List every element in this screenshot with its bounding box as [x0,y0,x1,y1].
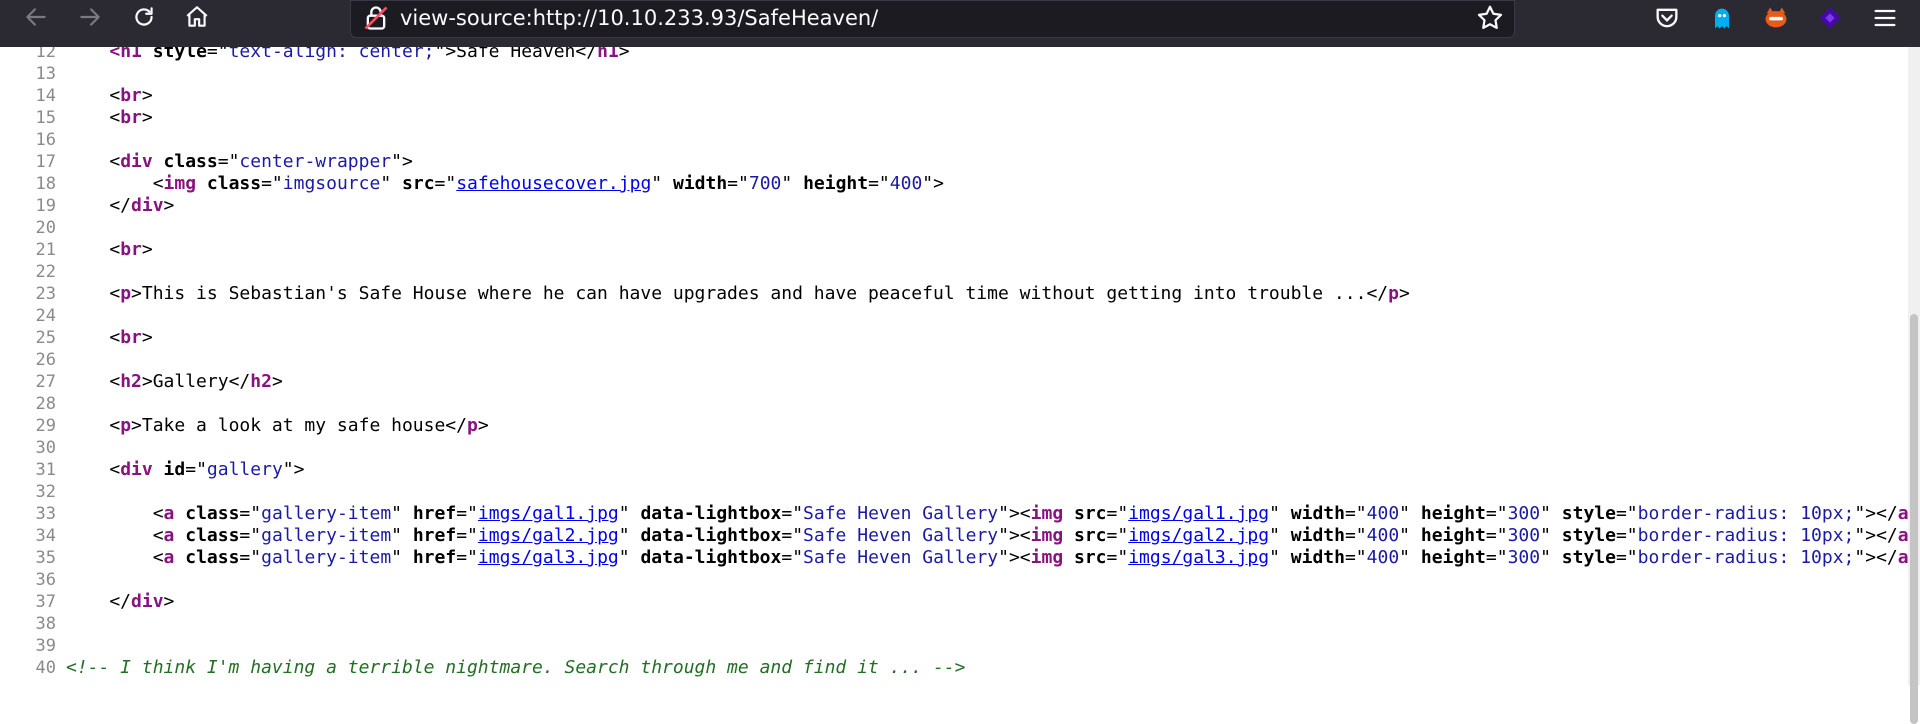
wappalyzer-icon [1819,7,1841,29]
source-code: <a class="gallery-item" href="imgs/gal1.… [66,503,1920,524]
line-number: 39 [35,636,56,656]
back-icon [26,8,46,26]
wappalyzer-button[interactable] [1815,3,1845,33]
source-code: <p>Take a look at my safe house</p> [66,415,489,436]
reload-button[interactable] [124,0,164,34]
menu-icon [1874,9,1896,27]
url-text[interactable]: view-source:http://10.10.233.93/SafeHeav… [400,3,878,33]
line-number: 38 [35,614,56,634]
source-code: <h1 style="text-align: center;">Safe Hea… [109,47,630,62]
source-code: <br> [66,107,153,128]
line-number: 22 [35,262,56,282]
home-icon [186,6,208,27]
source-code: <!-- I think I'm having a terrible night… [66,657,966,678]
forward-button[interactable] [70,0,110,34]
line-number: 30 [35,438,56,458]
ghostery-icon [1715,8,1729,29]
line-number: 16 [35,130,56,150]
line-number: 26 [35,350,56,370]
line-number: 15 [35,108,56,128]
line-number: 18 [35,174,56,194]
back-button[interactable] [16,0,56,34]
line-number: 34 [35,526,56,546]
source-code: <img class="imgsource" src="safehousecov… [66,173,944,194]
bookmark-star-icon[interactable] [1475,3,1505,33]
line-number: 20 [35,218,56,238]
line-number: 31 [35,460,56,480]
source-code: <br> [66,85,153,106]
source-code: <a class="gallery-item" href="imgs/gal3.… [66,547,1920,568]
source-code: <div class="center-wrapper"> [66,151,413,172]
source-code: </div> [66,591,175,612]
scrollbar-thumb[interactable] [1910,314,1918,724]
browser-toolbar: view-source:http://10.10.233.93/SafeHeav… [0,0,1920,47]
line-number: 24 [35,306,56,326]
line-number: 19 [35,196,56,216]
line-number: 12 [35,47,56,62]
app-menu-button[interactable] [1870,3,1900,33]
line-number: 21 [35,240,56,260]
source-code: <br> [66,239,153,260]
url-bar[interactable]: view-source:http://10.10.233.93/SafeHeav… [350,0,1515,38]
line-number: 23 [35,284,56,304]
foxyproxy-button[interactable] [1761,3,1791,33]
vertical-scrollbar[interactable] [1908,47,1920,724]
line-number: 14 [35,86,56,106]
line-number: 36 [35,570,56,590]
source-code: <h2>Gallery</h2> [66,371,283,392]
foxyproxy-icon [1765,7,1787,28]
source-code: <p>This is Sebastian's Safe House where … [66,283,1410,304]
ghostery-button[interactable] [1707,3,1737,33]
source-code: </div> [66,195,175,216]
home-button[interactable] [177,0,217,34]
page-source-view: 12 <h1 style="text-align: center;">Safe … [0,47,1920,685]
line-number: 27 [35,372,56,392]
source-code: <a class="gallery-item" href="imgs/gal2.… [66,525,1920,546]
line-number: 37 [35,592,56,612]
source-code: <div id="gallery"> [66,459,305,480]
line-number: 28 [35,394,56,414]
insecure-lock-icon [364,6,388,30]
line-number: 33 [35,504,56,524]
line-number: 25 [35,328,56,348]
line-number: 13 [35,64,56,84]
pocket-button[interactable] [1652,3,1682,33]
line-number: 35 [35,548,56,568]
forward-icon [80,8,100,26]
line-number: 32 [35,482,56,502]
line-number: 29 [35,416,56,436]
source-code: <br> [66,327,153,348]
pocket-icon [1656,8,1678,28]
reload-icon [135,7,153,26]
line-number: 40 [35,658,56,678]
line-number: 17 [35,152,56,172]
